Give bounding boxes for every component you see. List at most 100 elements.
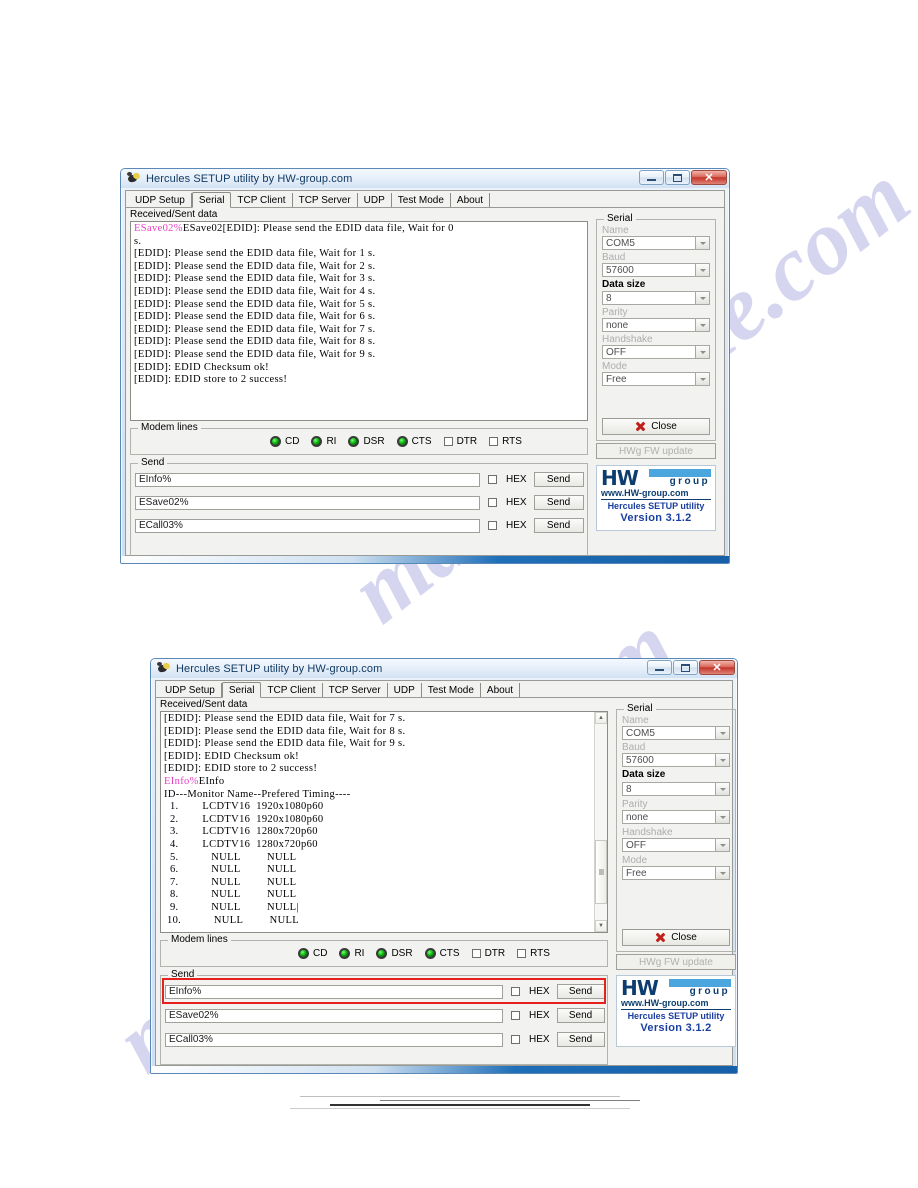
serial-combo-parity[interactable]: none (602, 318, 710, 332)
console-line-text: ID---Monitor Name--Prefered Timing---- (164, 788, 351, 800)
send-input-3[interactable]: ECall03% (165, 1032, 503, 1047)
tabstrip-bottom[interactable]: UDP Setup Serial TCP Client TCP Server U… (156, 681, 732, 698)
scroll-up-arrow-icon[interactable]: ▲ (595, 712, 607, 724)
tab-serial[interactable]: Serial (221, 682, 262, 698)
hex-checkbox-2[interactable] (488, 498, 497, 507)
send-row-3[interactable]: ECall03% HEX Send (135, 518, 584, 533)
chevron-down-icon[interactable] (715, 867, 729, 879)
hwg-fw-update-button[interactable]: HWg FW update (616, 954, 736, 970)
send-button-3[interactable]: Send (533, 518, 584, 533)
close-serial-button[interactable]: Close (622, 929, 730, 946)
close-serial-button[interactable]: Close (602, 418, 710, 435)
serial-combo-parity[interactable]: none (622, 810, 730, 824)
console-line: [EDID]: Please send the EDID data file, … (132, 299, 587, 312)
chevron-down-icon[interactable] (695, 292, 709, 304)
window-controls[interactable]: ✕ (646, 660, 735, 675)
serial-combo-handshake[interactable]: OFF (622, 838, 730, 852)
hw-version-text: Version 3.1.2 (620, 512, 692, 524)
tab-tcp-client[interactable]: TCP Client (231, 193, 293, 207)
console-line: [EDID]: Please send the EDID data file, … (132, 273, 587, 286)
close-window-button[interactable]: ✕ (699, 660, 735, 675)
serial-combo-data-size[interactable]: 8 (602, 291, 710, 305)
hercules-window-top[interactable]: Hercules SETUP utility by HW-group.com ✕… (120, 168, 730, 564)
hex-checkbox-1[interactable] (511, 987, 520, 996)
send-row-2[interactable]: ESave02% HEX Send (165, 1008, 605, 1023)
scroll-down-arrow-icon[interactable]: ▼ (595, 920, 607, 932)
serial-combo-baud[interactable]: 57600 (622, 753, 730, 767)
scrollbar-thumb[interactable] (595, 840, 607, 904)
checkbox-dtr[interactable]: DTR (443, 436, 477, 447)
send-row-2[interactable]: ESave02% HEX Send (135, 495, 584, 510)
hex-checkbox-2[interactable] (511, 1011, 520, 1020)
serial-combo-mode[interactable]: Free (622, 866, 730, 880)
chevron-down-icon[interactable] (715, 811, 729, 823)
minimize-button[interactable] (647, 660, 672, 675)
serial-combo-name[interactable]: COM5 (602, 236, 710, 250)
titlebar-bottom[interactable]: Hercules SETUP utility by HW-group.com ✕ (151, 659, 737, 678)
hex-checkbox-3[interactable] (488, 521, 497, 530)
chevron-down-icon[interactable] (695, 346, 709, 358)
console-output-bottom[interactable]: [EDID]: Please send the EDID data file, … (160, 711, 608, 933)
checkbox-rts[interactable]: RTS (517, 948, 550, 959)
chevron-down-icon[interactable] (695, 264, 709, 276)
checkbox-dtr[interactable]: DTR (471, 948, 505, 959)
chevron-down-icon[interactable] (695, 237, 709, 249)
tab-tcp-server[interactable]: TCP Server (323, 683, 388, 697)
send-button-2[interactable]: Send (556, 1008, 605, 1023)
serial-combo-handshake[interactable]: OFF (602, 345, 710, 359)
window-controls[interactable]: ✕ (638, 170, 727, 185)
checkbox-icon[interactable] (517, 949, 527, 958)
send-button-3[interactable]: Send (556, 1032, 605, 1047)
send-button-1[interactable]: Send (556, 984, 605, 999)
send-button-1[interactable]: Send (533, 472, 584, 487)
tab-test-mode[interactable]: Test Mode (422, 683, 481, 697)
tab-udp-setup[interactable]: UDP Setup (159, 683, 222, 697)
minimize-button[interactable] (639, 170, 664, 185)
tab-test-mode[interactable]: Test Mode (392, 193, 451, 207)
checkbox-icon[interactable] (489, 437, 499, 446)
tabstrip-top[interactable]: UDP Setup Serial TCP Client TCP Server U… (126, 191, 724, 208)
serial-combo-baud[interactable]: 57600 (602, 263, 710, 277)
send-input-1[interactable]: EInfo% (135, 472, 480, 487)
maximize-button[interactable] (665, 170, 690, 185)
checkbox-icon[interactable] (443, 437, 453, 446)
tab-serial[interactable]: Serial (191, 192, 232, 208)
checkbox-rts[interactable]: RTS (489, 436, 522, 447)
send-input-2[interactable]: ESave02% (135, 495, 480, 510)
tab-udp-setup[interactable]: UDP Setup (129, 193, 192, 207)
serial-combo-data-size[interactable]: 8 (622, 782, 730, 796)
send-input-2[interactable]: ESave02% (165, 1008, 503, 1023)
modem-led-row-bottom: CD RI DSR CTS DTR RTS (298, 948, 550, 959)
chevron-down-icon[interactable] (695, 373, 709, 385)
chevron-down-icon[interactable] (715, 783, 729, 795)
hex-checkbox-1[interactable] (488, 475, 497, 484)
send-row-1[interactable]: EInfo% HEX Send (135, 472, 584, 487)
hw-version-text: Version 3.1.2 (640, 1022, 712, 1034)
tab-udp[interactable]: UDP (358, 193, 392, 207)
tab-about[interactable]: About (451, 193, 491, 207)
tab-udp[interactable]: UDP (388, 683, 422, 697)
serial-combo-name[interactable]: COM5 (622, 726, 730, 740)
tab-tcp-server[interactable]: TCP Server (293, 193, 358, 207)
console-scrollbar[interactable]: ▲ ▼ (594, 712, 607, 932)
close-window-button[interactable]: ✕ (691, 170, 727, 185)
send-row-1[interactable]: EInfo% HEX Send (165, 984, 605, 999)
chevron-down-icon[interactable] (715, 754, 729, 766)
chevron-down-icon[interactable] (715, 839, 729, 851)
hex-checkbox-3[interactable] (511, 1035, 520, 1044)
send-button-2[interactable]: Send (533, 495, 584, 510)
send-row-3[interactable]: ECall03% HEX Send (165, 1032, 605, 1047)
checkbox-icon[interactable] (471, 949, 481, 958)
hercules-window-bottom[interactable]: Hercules SETUP utility by HW-group.com ✕… (150, 658, 738, 1074)
send-input-1[interactable]: EInfo% (165, 984, 503, 999)
tab-about[interactable]: About (481, 683, 521, 697)
tab-tcp-client[interactable]: TCP Client (261, 683, 323, 697)
console-output-top[interactable]: ESave02%ESave02[EDID]: Please send the E… (130, 221, 588, 421)
chevron-down-icon[interactable] (715, 727, 729, 739)
maximize-button[interactable] (673, 660, 698, 675)
serial-combo-mode[interactable]: Free (602, 372, 710, 386)
hwg-fw-update-button[interactable]: HWg FW update (596, 443, 716, 459)
send-input-3[interactable]: ECall03% (135, 518, 480, 533)
chevron-down-icon[interactable] (695, 319, 709, 331)
titlebar-top[interactable]: Hercules SETUP utility by HW-group.com ✕ (121, 169, 729, 188)
